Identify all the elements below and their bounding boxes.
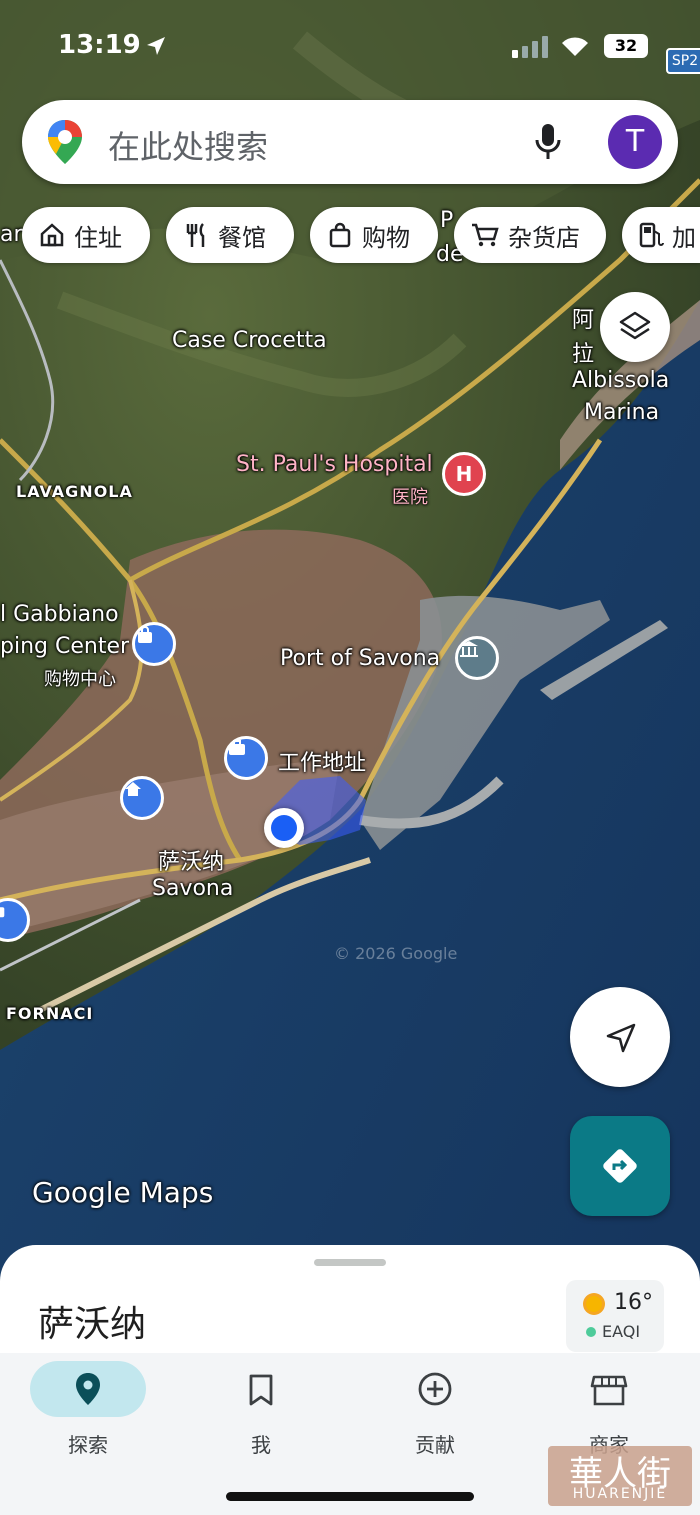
directions-button[interactable] <box>570 1116 670 1216</box>
port-pin[interactable] <box>455 636 499 680</box>
nav-label: 我 <box>251 1433 271 1457</box>
shopping-bag-icon <box>138 626 152 643</box>
google-maps-logo-icon <box>48 120 82 164</box>
map-label-gabbiano-type: 购物中心 <box>44 669 116 690</box>
hospital-pin[interactable]: H <box>442 452 486 496</box>
temperature: 16° <box>614 1290 653 1315</box>
status-time: 13:19 <box>58 30 141 60</box>
chip-label: 杂货店 <box>508 223 580 252</box>
map-label-case-crocetta[interactable]: Case Crocetta <box>172 328 327 353</box>
map-label-gabbiano-2[interactable]: ping Center <box>0 634 129 659</box>
weather-widget[interactable]: 16° EAQI <box>566 1280 664 1352</box>
map-label-port[interactable]: Port of Savona <box>280 646 440 671</box>
shopping-bag-icon <box>329 222 351 248</box>
home-icon <box>125 782 141 796</box>
nav-label: 贡献 <box>415 1433 455 1457</box>
map-copyright: © 2026 Google <box>334 944 458 963</box>
map-label-marina[interactable]: Marina <box>584 400 659 425</box>
briefcase-icon <box>229 740 245 755</box>
cart-icon <box>472 223 499 247</box>
map-label-fornaci[interactable]: FORNACI <box>6 1004 93 1023</box>
chip-label: 餐馆 <box>218 223 266 252</box>
landmark-icon <box>460 641 478 657</box>
microphone-icon[interactable] <box>534 122 562 162</box>
hospital-icon: H <box>455 462 473 486</box>
chip-home[interactable]: 住址 <box>22 207 150 263</box>
current-location-dot <box>264 808 304 848</box>
location-arrow-icon <box>147 37 165 55</box>
work-pin[interactable] <box>224 736 268 780</box>
add-circle-icon <box>418 1372 452 1406</box>
map-label-work[interactable]: 工作地址 <box>278 745 366 777</box>
map-label-fragment-p: P <box>440 208 454 233</box>
nav-me[interactable]: 我 <box>186 1361 336 1461</box>
map-label-city-cn[interactable]: 萨沃纳 <box>158 844 224 876</box>
watermark-site: HUARENJIE <box>572 1486 668 1502</box>
sheet-drag-handle[interactable] <box>314 1259 386 1266</box>
chip-label: 购物 <box>362 223 410 252</box>
site-watermark: 華人街 HUARENJIE <box>548 1446 692 1506</box>
chip-grocery[interactable]: 杂货店 <box>454 207 606 263</box>
chip-gas[interactable]: 加 <box>622 207 700 263</box>
chip-restaurants[interactable]: 餐馆 <box>166 207 294 263</box>
layers-icon <box>619 311 651 340</box>
map-label-albissola-cn-1[interactable]: 阿 <box>572 302 594 334</box>
signal-icon <box>512 36 548 58</box>
map-label-fragment: ar <box>0 222 23 247</box>
bookmark-icon <box>249 1374 273 1406</box>
shopping-bag-icon <box>0 907 5 918</box>
my-location-button[interactable] <box>570 987 670 1087</box>
nav-contribute[interactable]: 贡献 <box>360 1361 510 1461</box>
map-label-albissola[interactable]: Albissola <box>572 368 669 393</box>
nav-label: 探索 <box>68 1433 108 1457</box>
gas-station-icon <box>639 222 664 248</box>
chip-label: 住址 <box>74 223 122 252</box>
map-label-city-en[interactable]: Savona <box>152 876 233 901</box>
restaurant-icon <box>186 223 205 247</box>
home-icon <box>40 223 64 247</box>
chip-label: 加 <box>672 223 696 252</box>
directions-icon <box>603 1149 637 1183</box>
aqi-label: EAQI <box>602 1322 641 1341</box>
sun-icon <box>583 1293 605 1315</box>
map-label-hospital-type: 医院 <box>392 487 428 508</box>
map-label-albissola-cn-2[interactable]: 拉 <box>572 336 594 368</box>
battery-icon: 32 <box>604 34 648 58</box>
aqi-dot <box>586 1327 596 1337</box>
status-bar: 13:19 32 <box>0 0 700 90</box>
nav-explore[interactable]: 探索 <box>13 1361 163 1461</box>
explore-pin-icon <box>76 1373 100 1405</box>
navigation-arrow-icon <box>606 1023 636 1053</box>
chip-shopping[interactable]: 购物 <box>310 207 438 263</box>
google-maps-watermark: Google Maps <box>32 1176 214 1209</box>
layers-button[interactable] <box>600 292 670 362</box>
store-icon <box>590 1375 628 1406</box>
shopping-center-pin[interactable] <box>132 622 176 666</box>
search-bar[interactable]: 在此处搜索 T <box>22 100 678 184</box>
wifi-icon <box>562 37 588 56</box>
home-pin[interactable] <box>120 776 164 820</box>
search-input[interactable]: 在此处搜索 <box>108 122 268 168</box>
home-indicator[interactable] <box>226 1492 474 1501</box>
map-label-lavagnola[interactable]: LAVAGNOLA <box>16 482 133 501</box>
map-label-hospital[interactable]: St. Paul's Hospital <box>236 452 433 477</box>
place-title: 萨沃纳 <box>38 1304 147 1345</box>
map-label-gabbiano-1[interactable]: l Gabbiano <box>0 602 119 627</box>
avatar[interactable]: T <box>608 115 662 169</box>
